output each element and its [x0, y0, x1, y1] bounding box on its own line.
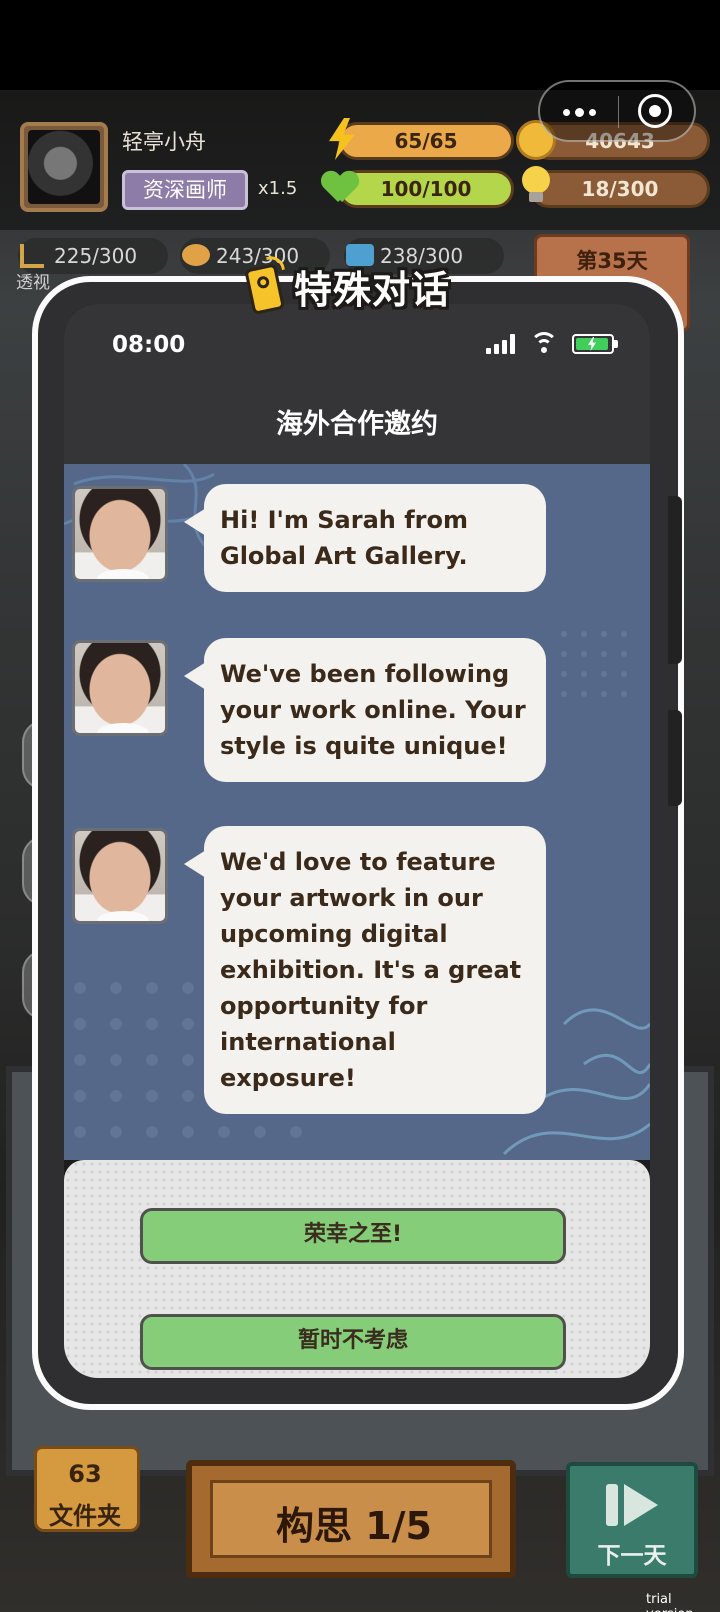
phone-call-icon: [239, 253, 292, 318]
perspective-label: 透视: [16, 273, 50, 293]
status-time: 08:00: [112, 332, 186, 358]
chat-title: 海外合作邀约: [276, 409, 438, 440]
player-name: 轻亭小舟: [122, 130, 206, 154]
message-bubble: We've been following your work online. Y…: [184, 638, 546, 782]
dialog-title-tag: 特殊对话: [244, 253, 451, 318]
next-day-icon: [606, 1484, 664, 1526]
heart-icon: [322, 170, 358, 206]
response-panel: 荣幸之至! 暂时不考虑: [64, 1160, 650, 1378]
decline-option-button[interactable]: 暂时不考虑: [140, 1314, 566, 1370]
message-bubble: We'd love to feature your artwork in our…: [184, 826, 546, 1114]
sender-avatar: [72, 486, 168, 582]
wifi-icon: [530, 330, 558, 356]
multiplier-text: x1.5: [258, 178, 298, 199]
watermark: trial version: [646, 1592, 694, 1612]
battery-charging-icon: [572, 334, 618, 354]
chat-area: Hi! I'm Sarah from Global Art Gallery. W…: [64, 464, 650, 1160]
energy-bar: 65/65: [338, 122, 514, 160]
signal-icon: [486, 334, 520, 354]
folder-count: 63: [68, 1460, 102, 1488]
day-label: 第35天: [576, 249, 648, 273]
message-bubble: Hi! I'm Sarah from Global Art Gallery.: [184, 484, 546, 592]
top-system-bar: [0, 0, 720, 90]
player-avatar[interactable]: [20, 122, 108, 212]
idea-button[interactable]: 构思 1/5: [186, 1460, 516, 1578]
chat-header: 海外合作邀约: [64, 382, 650, 464]
sender-avatar: [72, 640, 168, 736]
rank-badge: 资深画师: [122, 170, 248, 210]
lightbulb-icon: [520, 166, 552, 206]
more-options-icon[interactable]: [554, 98, 604, 126]
folder-label: 文件夹: [49, 1502, 121, 1530]
phone-dialog: 08:00 海外合作邀约 Hi! I'm Sarah from Global A…: [32, 276, 684, 1410]
palette-icon: [182, 244, 210, 266]
idea-counter: 18/300: [530, 170, 710, 208]
health-bar: 100/100: [338, 170, 514, 208]
accept-option-button[interactable]: 荣幸之至!: [140, 1208, 566, 1264]
sender-avatar: [72, 828, 168, 924]
idea-button-label: 构思 1/5: [276, 1504, 432, 1548]
phone-side-button: [668, 710, 682, 806]
next-day-label: 下一天: [597, 1543, 667, 1569]
folder-button[interactable]: 63 文件夹: [26, 1428, 144, 1538]
next-day-button[interactable]: 下一天: [566, 1462, 698, 1578]
mini-program-capsule: [538, 80, 696, 142]
phone-screen: 08:00 海外合作邀约 Hi! I'm Sarah from Global A…: [64, 304, 650, 1378]
phone-side-button: [668, 496, 682, 664]
ruler-icon: [20, 244, 44, 268]
dialog-title: 特殊对话: [294, 267, 451, 312]
close-target-icon[interactable]: [638, 94, 672, 128]
